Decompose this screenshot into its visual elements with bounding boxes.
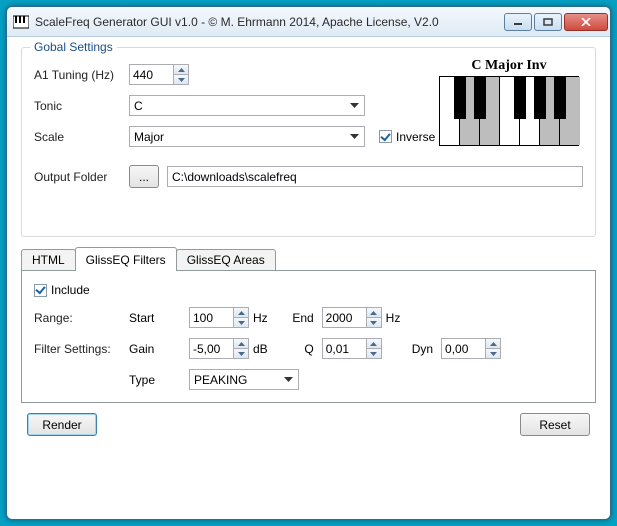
- reset-button[interactable]: Reset: [520, 413, 590, 436]
- spin-up-icon[interactable]: [486, 339, 500, 349]
- tonic-combo[interactable]: C: [129, 95, 365, 116]
- dyn-label: Dyn: [412, 342, 433, 356]
- tab-html[interactable]: HTML: [21, 249, 76, 270]
- chevron-down-icon: [348, 130, 361, 143]
- global-settings-legend: Gobal Settings: [30, 40, 117, 54]
- gain-label: Gain: [129, 342, 189, 356]
- scale-combo[interactable]: Major: [129, 126, 365, 147]
- spin-up-icon[interactable]: [234, 308, 248, 318]
- close-button[interactable]: [564, 13, 608, 31]
- chevron-down-icon: [282, 373, 295, 386]
- scale-value: Major: [134, 130, 164, 144]
- browse-button[interactable]: ...: [129, 165, 159, 188]
- app-window: ScaleFreq Generator GUI v1.0 - © M. Ehrm…: [6, 6, 611, 520]
- dyn-spinner[interactable]: [441, 338, 501, 359]
- hz-unit: Hz: [386, 311, 401, 325]
- window-title: ScaleFreq Generator GUI v1.0 - © M. Ehrm…: [35, 15, 504, 29]
- inverse-label: Inverse: [396, 130, 435, 144]
- type-label: Type: [129, 373, 189, 387]
- dyn-input[interactable]: [441, 338, 485, 359]
- titlebar[interactable]: ScaleFreq Generator GUI v1.0 - © M. Ehrm…: [7, 7, 610, 37]
- spin-down-icon[interactable]: [367, 318, 381, 327]
- start-label: Start: [129, 311, 189, 325]
- include-label: Include: [51, 283, 90, 297]
- piano-preview: C Major Inv: [439, 58, 579, 146]
- filter-settings-label: Filter Settings:: [34, 342, 129, 356]
- spin-down-icon[interactable]: [486, 349, 500, 358]
- gain-spinner[interactable]: [189, 338, 249, 359]
- a1-tuning-label: A1 Tuning (Hz): [34, 68, 129, 82]
- maximize-button[interactable]: [534, 13, 562, 31]
- render-button[interactable]: Render: [27, 413, 97, 436]
- spin-down-icon[interactable]: [234, 318, 248, 327]
- spin-down-icon[interactable]: [234, 349, 248, 358]
- type-value: PEAKING: [194, 373, 247, 387]
- app-icon: [13, 14, 29, 30]
- minimize-button[interactable]: [504, 13, 532, 31]
- include-checkbox[interactable]: [34, 284, 47, 297]
- gain-input[interactable]: [189, 338, 233, 359]
- global-settings-group: Gobal Settings C Major Inv: [21, 47, 596, 237]
- output-folder-input[interactable]: [167, 166, 583, 187]
- tonic-label: Tonic: [34, 99, 129, 113]
- tab-panel-filters: Include Range: Start Hz End Hz Filter Se…: [21, 270, 596, 403]
- piano-title: C Major Inv: [439, 58, 579, 74]
- a1-tuning-spinner[interactable]: [129, 64, 189, 85]
- db-unit: dB: [253, 342, 268, 356]
- start-spinner[interactable]: [189, 307, 249, 328]
- tonic-value: C: [134, 99, 143, 113]
- q-spinner[interactable]: [322, 338, 382, 359]
- spin-up-icon[interactable]: [367, 308, 381, 318]
- spin-down-icon[interactable]: [367, 349, 381, 358]
- type-combo[interactable]: PEAKING: [189, 369, 299, 390]
- range-label: Range:: [34, 311, 129, 325]
- piano-keyboard-icon: [439, 76, 579, 146]
- spin-up-icon[interactable]: [234, 339, 248, 349]
- chevron-down-icon: [348, 99, 361, 112]
- tab-glisseq-filters[interactable]: GlissEQ Filters: [75, 247, 177, 271]
- scale-label: Scale: [34, 130, 129, 144]
- tab-glisseq-areas[interactable]: GlissEQ Areas: [176, 249, 276, 270]
- spin-up-icon[interactable]: [174, 65, 188, 75]
- hz-unit: Hz: [253, 311, 268, 325]
- start-input[interactable]: [189, 307, 233, 328]
- a1-tuning-input[interactable]: [129, 64, 173, 85]
- output-folder-label: Output Folder: [34, 170, 129, 184]
- q-label: Q: [274, 342, 314, 356]
- q-input[interactable]: [322, 338, 366, 359]
- tab-bar: HTML GlissEQ Filters GlissEQ Areas: [21, 247, 596, 270]
- end-label: End: [274, 311, 314, 325]
- spin-down-icon[interactable]: [174, 75, 188, 84]
- spin-up-icon[interactable]: [367, 339, 381, 349]
- end-spinner[interactable]: [322, 307, 382, 328]
- inverse-checkbox[interactable]: [379, 130, 392, 143]
- end-input[interactable]: [322, 307, 366, 328]
